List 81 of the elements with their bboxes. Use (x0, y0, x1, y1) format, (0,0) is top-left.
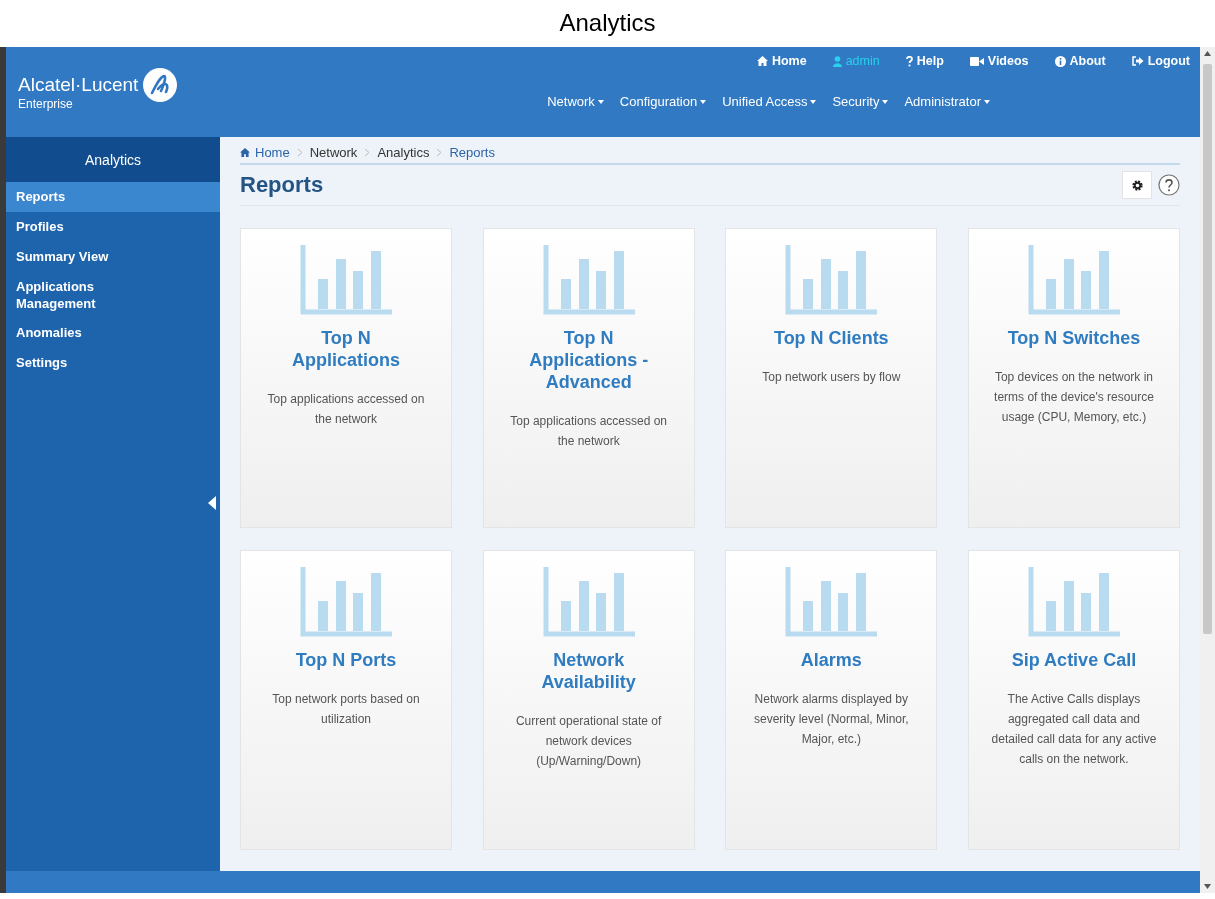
caret-icon (597, 99, 604, 104)
settings-button[interactable] (1122, 171, 1152, 199)
card-description: Top network ports based on utilization (271, 691, 421, 728)
bar-chart-icon (1027, 245, 1120, 317)
scroll-thumb[interactable] (1203, 64, 1212, 634)
bar-chart-icon (542, 245, 635, 317)
card-description: Current operational state of network devices (Up/Warning/Down) (514, 713, 663, 770)
page-title: Reports (240, 172, 324, 198)
chevron-icon (365, 148, 370, 156)
top-link[interactable]: Help (905, 54, 944, 68)
card-title: Top N Switches (1007, 327, 1141, 349)
menu-item[interactable]: Network (547, 94, 604, 109)
report-card[interactable]: Top N Applications - Advanced Top applications accessed on the network (482, 228, 695, 528)
menu-item[interactable]: Unified Access (722, 94, 817, 109)
report-card[interactable]: Top N Applications Top applications accessed on the network (240, 228, 452, 528)
sidebar-item[interactable]: Summary View (6, 242, 136, 272)
caret-icon (700, 99, 707, 104)
brand-name: Alcatel·Lucent (18, 74, 139, 96)
report-card[interactable]: Alarms Network alarms displayed by severity level (Normal, Minor, Major, etc.) (725, 550, 938, 850)
user-icon (832, 55, 842, 67)
report-card[interactable]: Network Availability Current operational state of network devices (Up/Warning/Down) (482, 550, 695, 850)
card-description: Top devices on the network in terms of the device's resource usage (CPU, Memory, etc.) (993, 369, 1155, 426)
bar-chart-icon (300, 567, 392, 639)
breadcrumb-link[interactable]: Reports (449, 144, 495, 160)
chevron-icon (437, 148, 442, 156)
bar-chart-icon (300, 245, 392, 317)
home-icon (756, 56, 768, 66)
collapse-icon[interactable] (208, 496, 216, 510)
card-title: Top N Clients (773, 327, 889, 349)
chevron-icon (297, 148, 302, 156)
scrollbar[interactable] (1200, 47, 1215, 893)
card-title: Top N Applications (291, 327, 401, 371)
sidebar-item[interactable]: Anomalies (6, 318, 136, 348)
info-icon (1054, 55, 1066, 67)
logout-icon (1131, 56, 1144, 66)
sidebar-item[interactable]: Profiles (6, 212, 136, 242)
bar-chart-icon (1027, 567, 1120, 639)
caret-icon (984, 99, 990, 104)
top-link[interactable]: Logout (1131, 54, 1190, 68)
report-card[interactable]: Top N Clients Top network users by flow (725, 228, 938, 528)
top-link[interactable]: Videos (969, 54, 1029, 68)
sidebar-item[interactable]: Reports (6, 182, 220, 212)
scroll-down-icon[interactable] (1204, 884, 1211, 889)
top-link[interactable]: Home (756, 54, 807, 68)
card-title: Top N Ports (295, 649, 397, 671)
sidebar-item[interactable]: Settings (6, 348, 136, 378)
breadcrumb-link[interactable]: Network (309, 144, 358, 160)
scroll-up-icon[interactable] (1204, 51, 1211, 56)
card-title: Sip Active Call (1011, 649, 1137, 671)
logo-icon (142, 67, 179, 103)
settings-icon (1131, 179, 1143, 191)
brand-subtitle: Enterprise (18, 97, 74, 111)
help-icon (905, 55, 913, 67)
menu-item[interactable]: Security (832, 94, 889, 109)
breadcrumb-link[interactable]: Analytics (377, 144, 430, 160)
bar-chart-icon (542, 567, 635, 639)
card-description: Top applications accessed on the network (266, 391, 426, 428)
caret-icon (882, 99, 889, 104)
help-icon[interactable] (1158, 174, 1180, 196)
bar-chart-icon (785, 245, 878, 317)
menu-item[interactable]: Administrator (904, 94, 990, 109)
breadcrumb-link[interactable]: Home (240, 144, 290, 160)
card-title: Network Availability (540, 649, 637, 693)
card-title: Alarms (800, 649, 862, 671)
card-description: Network alarms displayed by severity level (Normal, Minor, Major, etc.) (752, 691, 910, 748)
report-card[interactable]: Sip Active Call The Active Calls displays aggregated call data and detailed call data for any active calls on the network. (967, 550, 1180, 850)
home-icon (240, 147, 250, 157)
card-description: The Active Calls displays aggregated call data and detailed call data for any active calls on the network. (991, 691, 1157, 768)
report-card[interactable]: Top N Switches Top devices on the network in terms of the device's resource usage (CPU, Memory, etc.) (967, 228, 1180, 528)
report-card[interactable]: Top N Ports Top network ports based on utilization (240, 550, 452, 850)
top-link[interactable]: About (1054, 54, 1106, 68)
card-title: Top N Applications - Advanced (528, 327, 650, 393)
figure-caption: Analytics (558, 8, 657, 38)
bar-chart-icon (785, 567, 878, 639)
card-description: Top network users by flow (762, 369, 901, 386)
caret-icon (810, 99, 817, 104)
video-camera-icon (969, 56, 984, 66)
sidebar-item[interactable]: Applications Management (6, 272, 136, 318)
sidebar-title: Analytics (6, 137, 220, 182)
card-description: Top applications accessed on the network (509, 413, 669, 450)
menu-item[interactable]: Configuration (619, 94, 707, 109)
